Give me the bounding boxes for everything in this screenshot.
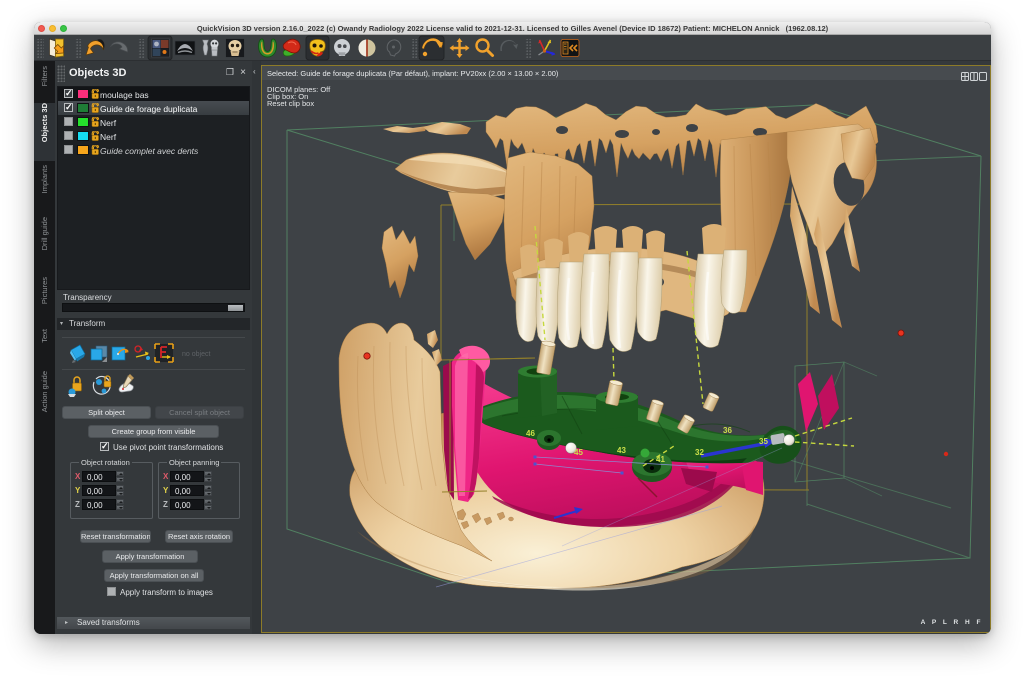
svg-text:43: 43 [617, 446, 626, 455]
svg-text:35: 35 [759, 437, 768, 446]
svg-text:32: 32 [695, 448, 704, 457]
svg-text:46: 46 [526, 429, 535, 438]
svg-text:36: 36 [723, 426, 732, 435]
svg-text:45: 45 [574, 448, 583, 457]
svg-text:no object: no object [182, 351, 210, 358]
svg-text:41: 41 [656, 455, 665, 464]
